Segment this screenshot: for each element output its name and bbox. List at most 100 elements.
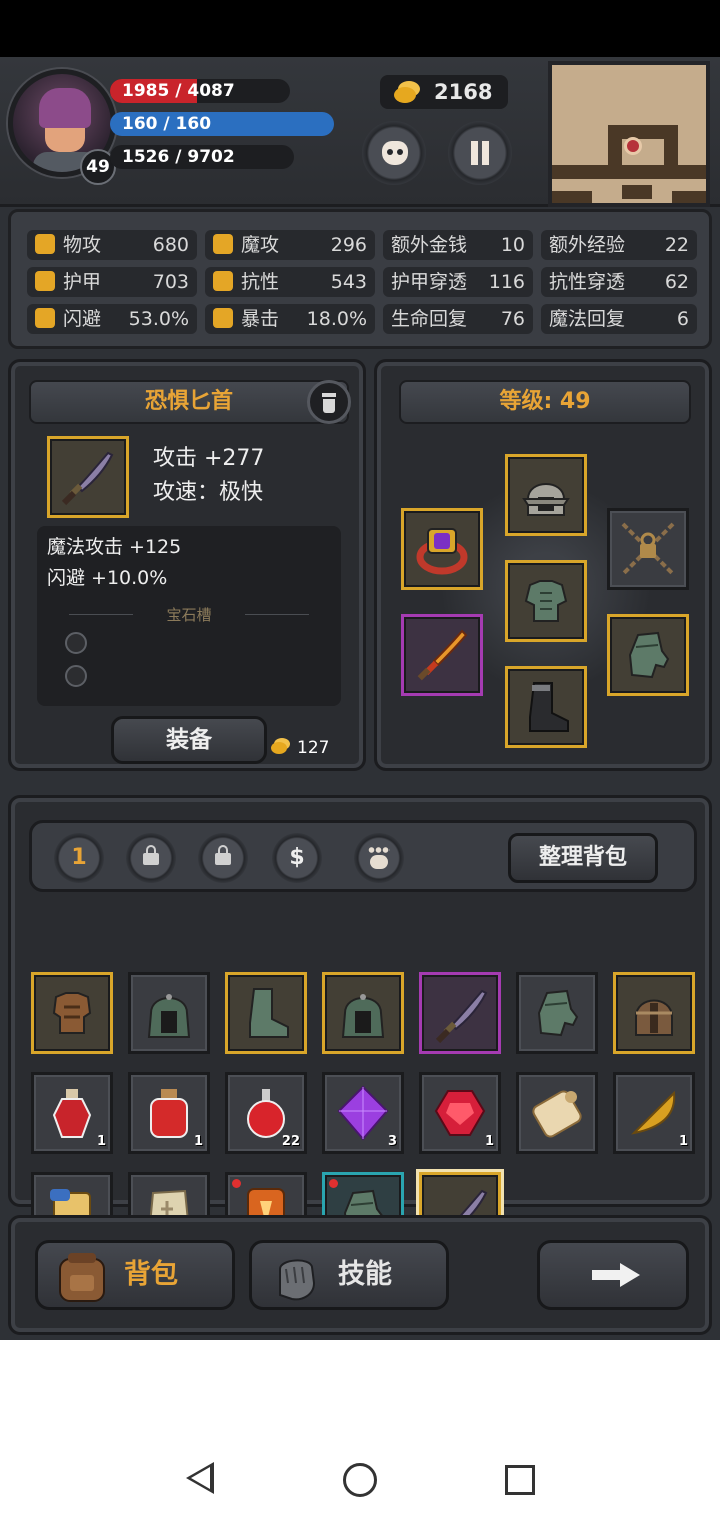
item-quantity: 1	[96, 1134, 106, 1149]
item-bonus-dodge: 闪避 +10.0%	[47, 567, 168, 589]
bag-slot[interactable]: 1	[419, 1072, 501, 1154]
stat-label: 闪避	[63, 308, 102, 330]
stat-label: 生命回复	[391, 308, 468, 330]
bag-tabbar: 1 $ 整理背包	[29, 820, 697, 892]
equip-slot-helmet[interactable]	[505, 454, 587, 536]
bag-slot[interactable]	[31, 972, 113, 1054]
ring-icon	[416, 528, 468, 575]
discard-button[interactable]	[307, 380, 351, 424]
stat-6: 护甲穿透 116	[383, 267, 533, 297]
selected-item-slot	[47, 436, 129, 518]
stat-label: 抗性	[241, 271, 280, 293]
back-icon[interactable]	[186, 1462, 214, 1494]
trash-icon	[322, 393, 336, 397]
equip-slot-boots[interactable]	[505, 666, 587, 748]
pet-button[interactable]	[362, 121, 426, 185]
purple-gem-icon	[337, 1085, 389, 1141]
equipment-panel: 等级: 49	[374, 359, 712, 771]
home-icon[interactable]	[343, 1463, 377, 1497]
stat-value: 22	[664, 234, 689, 256]
stat-value: 10	[500, 234, 525, 256]
boots-icon	[249, 988, 289, 1038]
stat-value: 18.0%	[306, 308, 367, 330]
equipment-level: 等级: 49	[399, 380, 691, 424]
lock-icon	[143, 845, 159, 865]
stat-value: 62	[664, 271, 689, 293]
xp-bar: 1526 / 9702	[110, 145, 294, 169]
bag-slot[interactable]	[613, 972, 695, 1054]
top-hud: 49 1985 / 4087 160 / 160 1526 / 9702 216…	[0, 57, 720, 207]
pet-face-icon	[382, 141, 408, 165]
equip-slot-armor[interactable]	[505, 560, 587, 642]
stat-7: 抗性穿透 62	[541, 267, 697, 297]
gem-socket[interactable]	[65, 632, 87, 654]
equip-slot-ring[interactable]	[401, 508, 483, 590]
stat-value: 6	[676, 308, 689, 330]
health-potion-icon	[52, 1089, 92, 1138]
bag-slot[interactable]: 22	[225, 1072, 307, 1154]
hp-bar: 1985 / 4087	[110, 79, 290, 103]
stat-value: 116	[488, 271, 525, 293]
equip-button[interactable]: 装备	[111, 716, 267, 764]
stat-label: 魔攻	[241, 234, 280, 256]
sell-price-value: 127	[297, 738, 330, 758]
chain-lock-icon	[621, 522, 675, 576]
next-button[interactable]	[537, 1240, 689, 1310]
bag-slot[interactable]: 1	[31, 1072, 113, 1154]
feather-icon	[630, 1090, 676, 1135]
bag-button[interactable]: 背包	[35, 1240, 235, 1310]
bag-slot[interactable]	[516, 972, 598, 1054]
item-quantity: 1	[484, 1134, 494, 1149]
gem-socket[interactable]	[65, 665, 87, 687]
stat-1: 魔攻 296	[205, 230, 375, 260]
item-quantity: 22	[281, 1134, 300, 1149]
new-item-dot	[232, 1179, 241, 1188]
gold-amount: 2168	[434, 80, 493, 104]
stat-value: 703	[152, 271, 189, 293]
game-screen: 49 1985 / 4087 160 / 160 1526 / 9702 216…	[0, 57, 720, 1340]
recent-apps-icon[interactable]	[505, 1465, 535, 1495]
bag-tab-locked[interactable]	[126, 833, 176, 883]
boots-icon	[529, 682, 569, 732]
helmet-icon	[522, 483, 570, 516]
player-marker-icon	[624, 137, 642, 155]
bag-slot[interactable]	[516, 1072, 598, 1154]
equip-slot-locked[interactable]	[607, 508, 689, 590]
bag-tab-sell[interactable]: $	[272, 833, 322, 883]
hp-text: 1985 / 4087	[122, 81, 235, 101]
bag-slot[interactable]	[419, 972, 501, 1054]
armor-icon	[524, 580, 568, 622]
system-nav-bar	[0, 1340, 720, 1520]
item-bonus-box: 魔法攻击 +125 闪避 +10.0% 宝石槽	[37, 526, 341, 706]
bag-tab-pet[interactable]	[354, 833, 404, 883]
minimap[interactable]	[548, 61, 710, 207]
equip-slot-weapon[interactable]	[401, 614, 483, 696]
item-quantity: 3	[387, 1134, 397, 1149]
equip-slot-gloves[interactable]	[607, 614, 689, 696]
red-gem-icon	[434, 1090, 486, 1136]
stat-10: 生命回复 76	[383, 304, 533, 334]
stat-value: 296	[330, 234, 367, 256]
bag-slot[interactable]: 1	[128, 1072, 210, 1154]
stat-value: 543	[330, 271, 367, 293]
bag-slot[interactable]: 3	[322, 1072, 404, 1154]
bag-page-tab[interactable]: 1	[54, 833, 104, 883]
scroll-icon	[532, 1090, 582, 1138]
bag-slot[interactable]: 1	[613, 1072, 695, 1154]
bag-slot[interactable]	[128, 972, 210, 1054]
bag-tab-locked[interactable]	[198, 833, 248, 883]
dollar-icon: $	[289, 845, 305, 870]
stat-0: 物攻 680	[27, 230, 197, 260]
bag-slot[interactable]	[322, 972, 404, 1054]
bag-slot[interactable]	[225, 972, 307, 1054]
skill-button[interactable]: 技能	[249, 1240, 449, 1310]
sort-bag-button[interactable]: 整理背包	[508, 833, 658, 883]
gauntlet-icon	[537, 989, 579, 1037]
stat-value: 76	[500, 308, 525, 330]
item-speed: 攻速：极快	[153, 480, 264, 505]
pause-icon	[471, 141, 489, 165]
stat-11: 魔法回复 6	[541, 304, 697, 334]
pause-button[interactable]	[448, 121, 512, 185]
item-detail-panel: 恐惧匕首 攻击 +277 攻速：极快 魔法攻击 +125 闪避 +10.0% 宝…	[8, 359, 366, 771]
stat-5: 抗性 543	[205, 267, 375, 297]
